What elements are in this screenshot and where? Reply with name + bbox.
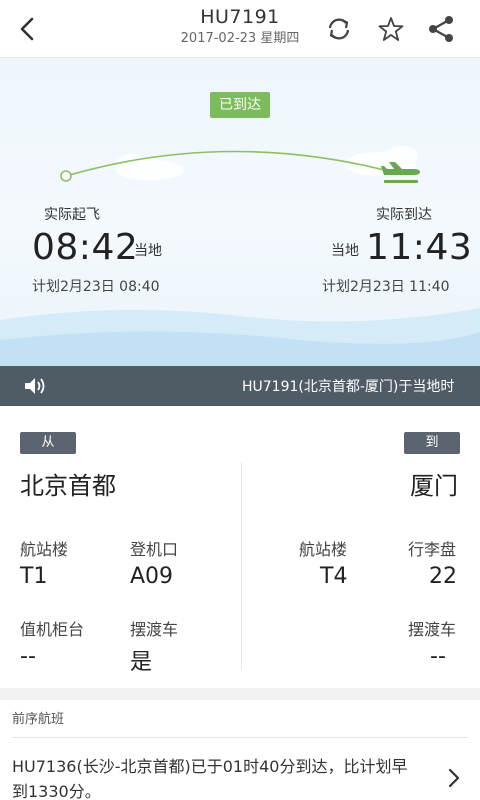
flight-status-panel: 已到达 实际起飞 实际到达 08:42 当地 当地 11:43 计划2月23日 … (0, 58, 480, 366)
departure-label: 实际起飞 (44, 207, 100, 223)
baggage-value: 22 (429, 564, 457, 589)
speaker-icon (25, 378, 45, 394)
section-gap (0, 688, 480, 700)
previous-flight-text: HU7136(长沙-北京首都)已于01时40分到达，比计划早到1330分。 (12, 757, 408, 800)
flight-date: 2017-02-23 星期四 (180, 31, 300, 46)
origin-shuttle-label: 摆渡车 (130, 620, 179, 639)
origin-terminal-label: 航站楼 (20, 540, 69, 559)
star-icon[interactable] (376, 14, 406, 44)
checkin-label: 值机柜台 (20, 620, 85, 639)
destination-terminal-label: 航站楼 (299, 540, 348, 559)
arrival-planned: 计划2月23日 11:40 (322, 279, 450, 295)
arrival-label: 实际到达 (376, 207, 432, 223)
title-block: HU7191 2017-02-23 星期四 (150, 6, 330, 48)
top-bar: HU7191 2017-02-23 星期四 (0, 0, 480, 58)
back-arrow-icon[interactable] (14, 14, 42, 44)
origin-terminal: T1 (20, 564, 48, 589)
origin-city: 北京首都 (20, 472, 116, 500)
arrival-time: 11:43 (366, 227, 473, 268)
chevron-right-icon[interactable] (444, 766, 464, 790)
flight-number-title: HU7191 (200, 6, 280, 28)
from-tag: 从 (20, 432, 76, 454)
notice-text: HU7191(北京首都-厦门)于当地时 (242, 379, 455, 395)
notice-bar[interactable]: HU7191(北京首都-厦门)于当地时 (0, 366, 480, 406)
destination-shuttle-label: 摆渡车 (408, 620, 457, 639)
status-badge: 已到达 (210, 92, 270, 118)
section-divider (12, 737, 468, 738)
share-icon[interactable] (426, 14, 456, 44)
cloud-decoration (116, 146, 418, 180)
origin-shuttle: 是 (130, 650, 153, 675)
departure-time: 08:42 (32, 227, 139, 268)
arrival-local-label: 当地 (331, 243, 359, 259)
airport-info: 从 到 北京首都 厦门 航站楼 T1 登机口 A09 值机柜台 -- 摆渡车 是… (0, 406, 480, 688)
destination-shuttle: -- (430, 644, 446, 669)
gate-label: 登机口 (130, 540, 179, 559)
previous-flight-header: 前序航班 (12, 712, 65, 727)
destination-terminal: T4 (320, 564, 348, 589)
checkin-value: -- (20, 644, 36, 669)
departure-local-label: 当地 (134, 243, 162, 259)
destination-city: 厦门 (410, 472, 458, 500)
departure-planned: 计划2月23日 08:40 (32, 279, 160, 295)
to-tag: 到 (404, 432, 460, 454)
column-divider (241, 462, 242, 670)
baggage-label: 行李盘 (408, 540, 457, 559)
refresh-icon[interactable] (324, 14, 354, 44)
previous-flight-section[interactable]: 前序航班 HU7136(长沙-北京首都)已于01时40分到达，比计划早到1330… (0, 700, 480, 800)
departure-dot (60, 170, 72, 182)
gate-value: A09 (130, 564, 174, 589)
